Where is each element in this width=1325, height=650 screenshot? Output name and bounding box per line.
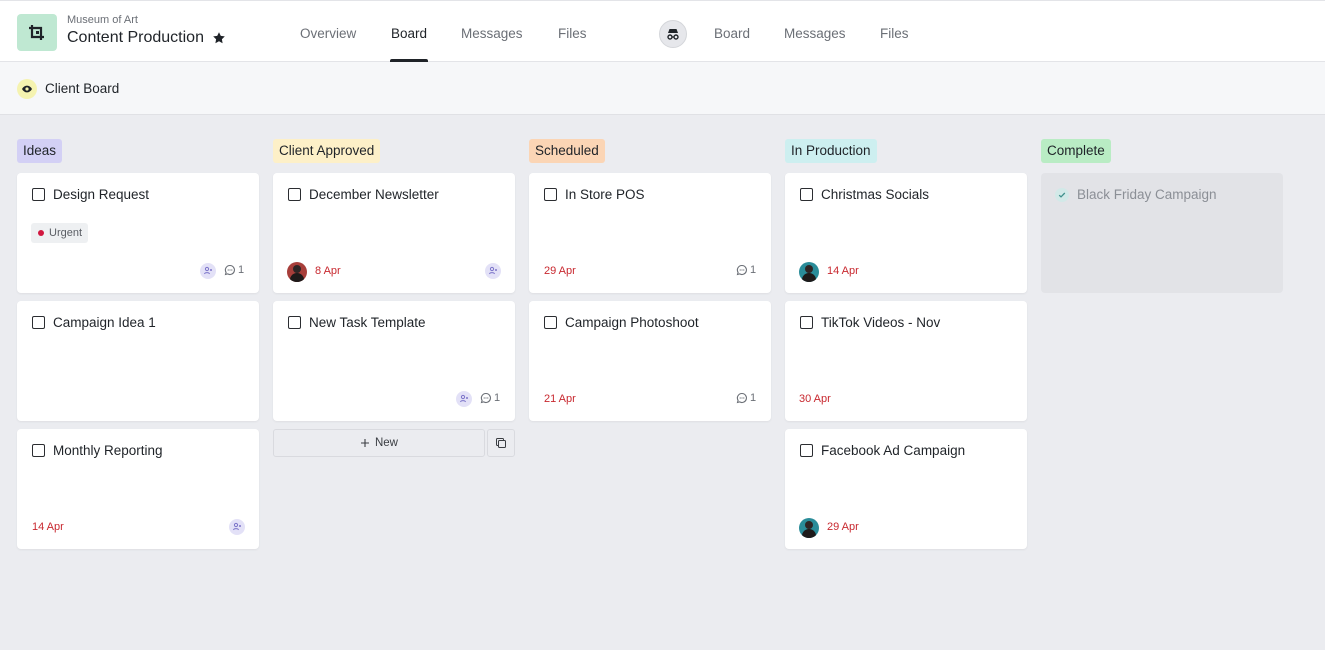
star-icon[interactable]: [212, 31, 226, 45]
task-card[interactable]: Campaign Photoshoot 21 Apr 1: [529, 301, 771, 421]
task-card[interactable]: Christmas Socials 14 Apr: [785, 173, 1027, 293]
comment-icon: [736, 264, 747, 276]
due-date: 21 Apr: [544, 393, 576, 405]
due-date: 29 Apr: [544, 265, 576, 277]
due-date: 29 Apr: [827, 521, 859, 533]
organization-name: Museum of Art: [67, 14, 138, 26]
crop-icon: [29, 24, 44, 40]
member-icon: [200, 263, 216, 279]
comment-count[interactable]: 1: [736, 392, 756, 404]
project-title: Content Production: [67, 29, 226, 47]
task-title: New Task Template: [309, 315, 426, 330]
board-name: Client Board: [45, 81, 120, 96]
comment-icon: [480, 392, 491, 404]
comment-icon: [736, 392, 747, 404]
guest-tab-files[interactable]: Files: [880, 1, 909, 62]
task-title: Christmas Socials: [821, 187, 930, 202]
task-title: December Newsletter: [309, 187, 439, 202]
task-card[interactable]: TikTok Videos - Nov 30 Apr: [785, 301, 1027, 421]
member-icon: [456, 391, 472, 407]
incognito-icon: [667, 29, 679, 40]
task-card-completed[interactable]: Black Friday Campaign: [1041, 173, 1283, 293]
project-logo[interactable]: [17, 14, 57, 51]
comment-number: 1: [494, 392, 501, 404]
column-label: Client Approved: [273, 139, 381, 163]
assignee-avatar[interactable]: [287, 262, 307, 282]
member-icon: [229, 519, 245, 535]
task-checkbox[interactable]: [800, 188, 813, 201]
guest-tab-messages[interactable]: Messages: [784, 1, 846, 62]
column-label: Scheduled: [529, 139, 605, 163]
task-card[interactable]: Design Request Urgent 1: [17, 173, 259, 293]
new-task-button[interactable]: New: [273, 429, 485, 457]
priority-tag: Urgent: [31, 223, 89, 243]
task-card[interactable]: Monthly Reporting 14 Apr: [17, 429, 259, 549]
due-date: 8 Apr: [315, 265, 341, 277]
task-checkbox[interactable]: [32, 316, 45, 329]
due-date: 30 Apr: [799, 393, 831, 405]
app-header: Museum of Art Content Production Overvie…: [0, 0, 1325, 62]
column-label: Ideas: [17, 139, 63, 163]
guest-view-avatar[interactable]: [659, 20, 687, 48]
task-title: Campaign Idea 1: [53, 315, 156, 330]
visibility-badge[interactable]: [17, 79, 37, 99]
guest-tab-board[interactable]: Board: [714, 1, 750, 62]
new-task-label: New: [374, 437, 398, 449]
plus-icon: [360, 439, 369, 447]
tab-overview[interactable]: Overview: [300, 1, 356, 62]
column-label: Complete: [1041, 139, 1111, 163]
eye-icon: [22, 85, 32, 93]
task-title: Design Request: [53, 187, 150, 202]
board-toolbar: Client Board: [0, 62, 1325, 115]
completed-checkbox[interactable]: [1055, 188, 1069, 202]
column-complete: Complete Black Friday Campaign: [1041, 139, 1283, 301]
task-card[interactable]: New Task Template 1: [273, 301, 515, 421]
tab-files[interactable]: Files: [558, 1, 587, 62]
duplicate-template-button[interactable]: [487, 429, 515, 457]
task-title: TikTok Videos - Nov: [821, 315, 941, 330]
task-card[interactable]: Campaign Idea 1: [17, 301, 259, 421]
column-ideas: Ideas Design Request Urgent 1 Campaign I…: [17, 139, 259, 557]
project-name: Content Production: [67, 29, 204, 46]
task-card[interactable]: In Store POS 29 Apr 1: [529, 173, 771, 293]
comment-number: 1: [238, 264, 245, 276]
task-checkbox[interactable]: [32, 444, 45, 457]
column-label: In Production: [785, 139, 877, 163]
column-client-approved: Client Approved December Newsletter 8 Ap…: [273, 139, 515, 457]
task-checkbox[interactable]: [288, 188, 301, 201]
task-checkbox[interactable]: [544, 188, 557, 201]
task-checkbox[interactable]: [32, 188, 45, 201]
comment-icon: [224, 264, 235, 276]
task-title: Monthly Reporting: [53, 443, 163, 458]
tab-board[interactable]: Board: [389, 1, 429, 62]
comment-count[interactable]: 1: [736, 264, 756, 276]
tab-messages[interactable]: Messages: [461, 1, 523, 62]
due-date: 14 Apr: [32, 521, 64, 533]
comment-number: 1: [750, 392, 757, 404]
column-scheduled: Scheduled In Store POS 29 Apr 1 Campaign…: [529, 139, 771, 429]
duplicate-icon: [496, 438, 506, 448]
comment-number: 1: [750, 264, 757, 276]
comment-count[interactable]: 1: [224, 264, 244, 276]
member-icon: [485, 263, 501, 279]
assignee-avatar[interactable]: [799, 262, 819, 282]
task-title: In Store POS: [565, 187, 645, 202]
column-in-production: In Production Christmas Socials 14 Apr T…: [785, 139, 1027, 557]
new-task-row: New: [273, 429, 515, 457]
task-checkbox[interactable]: [800, 316, 813, 329]
due-date: 14 Apr: [827, 265, 859, 277]
task-card[interactable]: Facebook Ad Campaign 29 Apr: [785, 429, 1027, 549]
check-icon: [1058, 192, 1066, 198]
comment-count[interactable]: 1: [480, 392, 500, 404]
task-title: Facebook Ad Campaign: [821, 443, 966, 458]
task-checkbox[interactable]: [544, 316, 557, 329]
assignee-avatar[interactable]: [799, 518, 819, 538]
task-title: Campaign Photoshoot: [565, 315, 699, 330]
task-checkbox[interactable]: [800, 444, 813, 457]
task-title: Black Friday Campaign: [1077, 187, 1217, 202]
task-card[interactable]: December Newsletter 8 Apr: [273, 173, 515, 293]
task-checkbox[interactable]: [288, 316, 301, 329]
